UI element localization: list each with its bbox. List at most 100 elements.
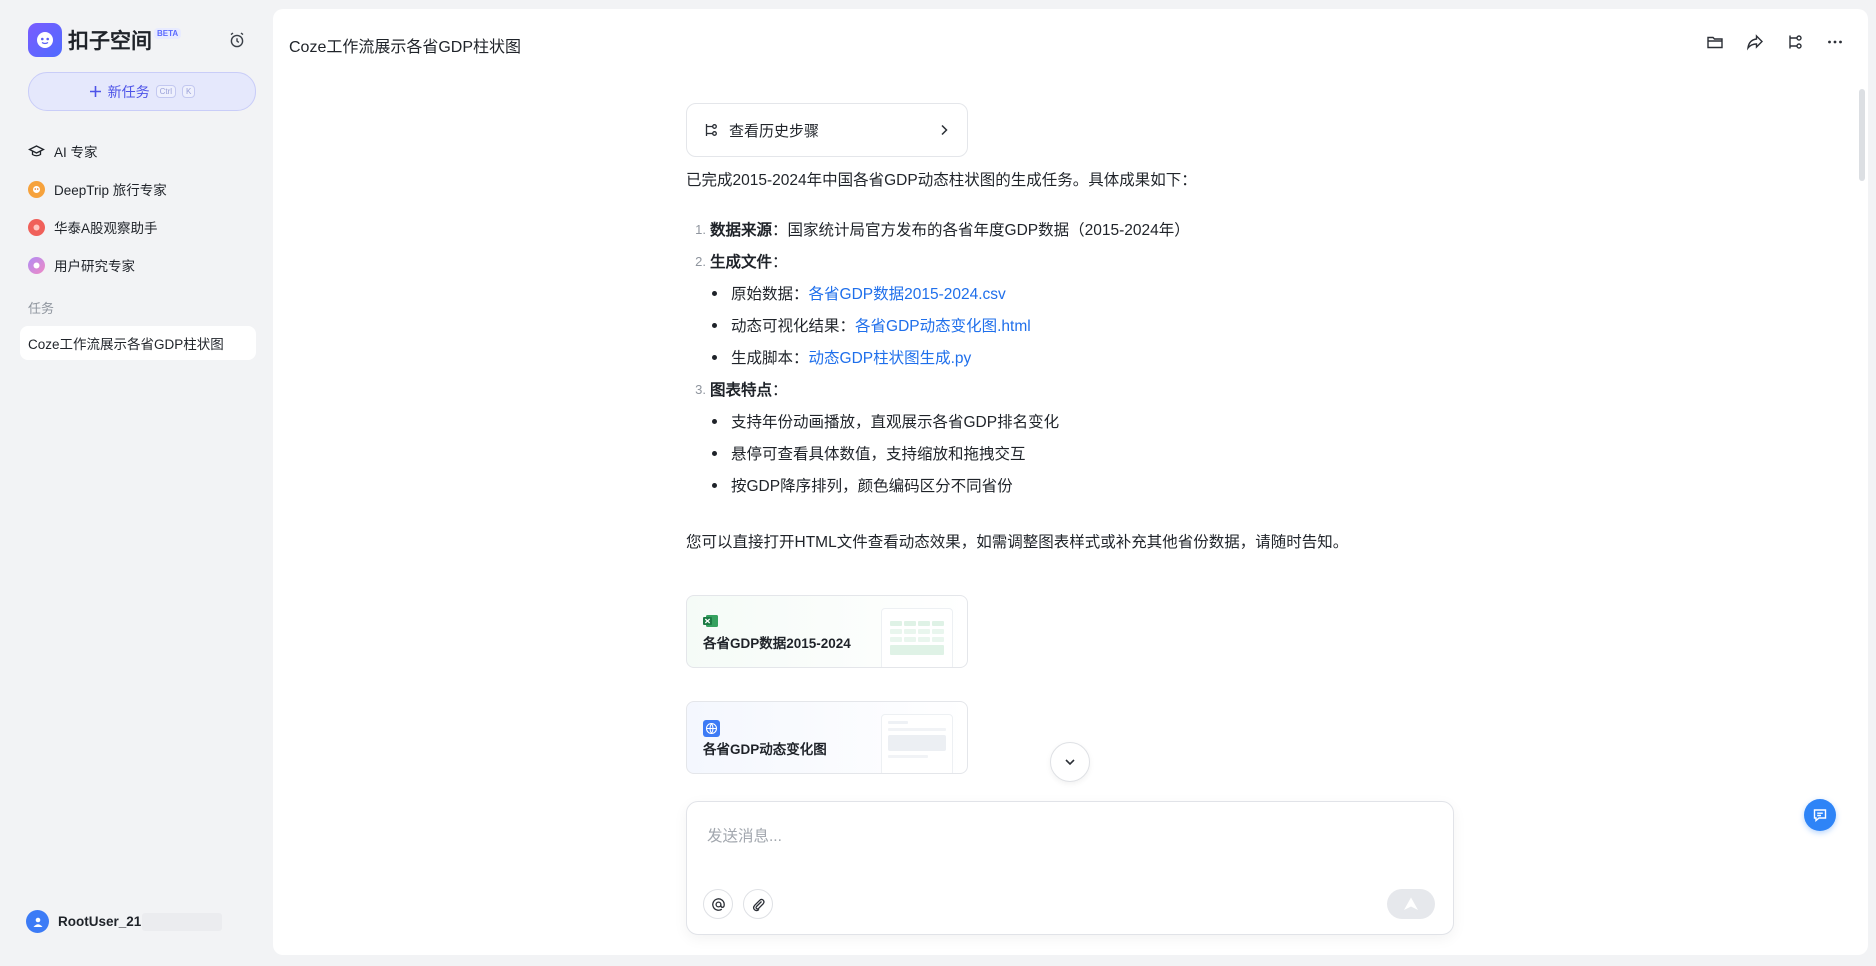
py-file-link[interactable]: 动态GDP柱状图生成.py — [809, 346, 972, 368]
feature-bullet: 支持年份动画播放，直观展示各省GDP排名变化 — [686, 405, 1446, 437]
plus-icon — [89, 86, 101, 97]
list-item-title: 生成文件 — [710, 254, 773, 271]
html-attachment-card[interactable]: 各省GDP动态变化图 — [686, 701, 968, 774]
folder-icon[interactable] — [1704, 31, 1726, 53]
sidebar-item-ai-expert[interactable]: AI 专家 — [20, 132, 256, 170]
sidebar-item-label: DeepTrip 旅行专家 — [54, 183, 167, 198]
tasks-section-label: 任务 — [28, 301, 55, 316]
webpage-preview — [881, 714, 953, 773]
shortcut-ctrl: Ctrl — [155, 85, 177, 98]
topbar: Coze工作流展示各省GDP柱状图 — [273, 9, 1868, 75]
graduation-cap-icon — [28, 143, 45, 160]
brand-row: 扣子空间 BETA — [28, 22, 248, 58]
redacted-text — [142, 912, 223, 931]
excel-icon — [703, 615, 718, 627]
list-item: 3. 图表特点 ： — [686, 373, 1446, 405]
beta-badge: BETA — [154, 27, 182, 39]
message-input[interactable] — [707, 822, 1427, 852]
file-bullet: 动态可视化结果： 各省GDP动态变化图.html — [686, 309, 1446, 341]
travel-agent-icon — [28, 180, 45, 198]
page-title: Coze工作流展示各省GDP柱状图 — [289, 39, 522, 56]
header-actions — [1704, 31, 1846, 53]
chevron-right-icon — [941, 124, 948, 136]
stock-agent-icon — [28, 218, 45, 236]
workflow-icon[interactable] — [1784, 31, 1806, 53]
feature-text: 支持年份动画播放，直观展示各省GDP排名变化 — [731, 414, 1060, 431]
list-item-text: ： — [772, 382, 788, 399]
bullet-dot — [712, 450, 717, 456]
list-item: 1. 数据来源 ：国家统计局官方发布的各省年度GDP数据（2015-2024年） — [686, 213, 1446, 245]
mention-button[interactable] — [703, 889, 733, 919]
task-item-label: Coze工作流展示各省GDP柱状图 — [28, 337, 224, 352]
feature-text: 按GDP降序排列，颜色编码区分不同省份 — [731, 478, 1013, 495]
research-agent-icon — [28, 256, 45, 274]
shortcut-key: K — [182, 85, 196, 98]
attachment-name: 各省GDP动态变化图 — [703, 742, 827, 757]
message-composer — [686, 801, 1454, 935]
main-panel: Coze工作流展示各省GDP柱状图 查看历史步骤 已完成2015-2024年中国… — [273, 9, 1868, 955]
workflow-icon — [705, 124, 717, 136]
history-steps-button[interactable]: 查看历史步骤 — [686, 103, 968, 157]
file-label: 生成脚本： — [731, 350, 809, 367]
sidebar-item-deeptrip[interactable]: DeepTrip 旅行专家 — [20, 170, 256, 208]
bullet-dot — [712, 322, 717, 328]
coze-logo-icon[interactable] — [28, 23, 62, 57]
feature-text: 悬停可查看具体数值，支持缩放和拖拽交互 — [731, 446, 1026, 463]
user-icon — [33, 917, 42, 927]
list-item-text: ： — [772, 254, 788, 271]
sidebar-item-huatai[interactable]: 华泰A股观察助手 — [20, 208, 256, 246]
list-number: 3. — [695, 381, 706, 397]
new-task-button[interactable]: 新任务 Ctrl K — [28, 72, 256, 111]
chat-bubble-icon — [1813, 809, 1827, 822]
send-icon — [1404, 897, 1418, 910]
message-content: 查看历史步骤 已完成2015-2024年中国各省GDP动态柱状图的生成任务。具体… — [686, 103, 1446, 774]
scrollbar-thumb[interactable] — [1859, 89, 1865, 181]
bullet-dot — [712, 290, 717, 296]
more-icon[interactable] — [1824, 31, 1846, 53]
csv-file-link[interactable]: 各省GDP数据2015-2024.csv — [809, 282, 1006, 304]
sidebar-item-label: 用户研究专家 — [54, 259, 135, 274]
user-profile[interactable]: RootUser_21 — [26, 910, 223, 933]
bullet-dot — [712, 354, 717, 360]
scroll-to-bottom-button[interactable] — [1050, 742, 1090, 782]
attach-button[interactable] — [743, 889, 773, 919]
sidebar: 扣子空间 BETA 新任务 Ctrl K AI 专家 DeepTrip 旅行专家 — [0, 0, 272, 966]
spreadsheet-preview — [881, 608, 953, 667]
file-bullet: 原始数据： 各省GDP数据2015-2024.csv — [686, 277, 1446, 309]
html-file-link[interactable]: 各省GDP动态变化图.html — [855, 314, 1031, 336]
list-number: 2. — [695, 253, 706, 269]
send-button[interactable] — [1387, 889, 1435, 919]
history-steps-label: 查看历史步骤 — [729, 122, 820, 140]
agent-list: AI 专家 DeepTrip 旅行专家 华泰A股观察助手 用户研究专家 — [20, 132, 256, 284]
sidebar-item-label: 华泰A股观察助手 — [54, 221, 158, 236]
chevron-down-icon — [1065, 759, 1075, 766]
task-item-active[interactable]: Coze工作流展示各省GDP柱状图 — [20, 326, 256, 360]
alarm-clock-icon[interactable] — [226, 29, 248, 51]
feature-bullet: 悬停可查看具体数值，支持缩放和拖拽交互 — [686, 437, 1446, 469]
sidebar-item-user-research[interactable]: 用户研究专家 — [20, 246, 256, 284]
globe-icon — [703, 720, 720, 737]
file-bullet: 生成脚本： 动态GDP柱状图生成.py — [686, 341, 1446, 373]
csv-attachment-card[interactable]: 各省GDP数据2015-2024 — [686, 595, 968, 668]
list-item-title: 数据来源 — [710, 222, 773, 239]
sidebar-item-label: AI 专家 — [54, 145, 98, 160]
result-list: 1. 数据来源 ：国家统计局官方发布的各省年度GDP数据（2015-2024年）… — [686, 213, 1446, 501]
list-item-title: 图表特点 — [710, 382, 773, 399]
avatar — [26, 910, 49, 933]
feature-bullet: 按GDP降序排列，颜色编码区分不同省份 — [686, 469, 1446, 501]
brand-name: 扣子空间 — [68, 30, 152, 53]
list-item-text: ：国家统计局官方发布的各省年度GDP数据（2015-2024年） — [772, 222, 1190, 239]
at-sign-icon — [711, 897, 725, 911]
list-item: 2. 生成文件 ： — [686, 245, 1446, 277]
message-outro: 您可以直接打开HTML文件查看动态效果，如需调整图表样式或补充其他省份数据，请随… — [686, 534, 1349, 551]
share-icon[interactable] — [1744, 31, 1766, 53]
new-task-label: 新任务 — [107, 83, 150, 100]
bullet-dot — [712, 418, 717, 424]
bullet-dot — [712, 482, 717, 488]
attachment-name: 各省GDP数据2015-2024 — [703, 636, 851, 651]
list-number: 1. — [695, 221, 706, 237]
file-label: 动态可视化结果： — [731, 318, 856, 335]
feedback-button[interactable] — [1804, 799, 1836, 831]
user-name: RootUser_21 — [58, 914, 142, 929]
message-intro: 已完成2015-2024年中国各省GDP动态柱状图的生成任务。具体成果如下： — [686, 172, 1197, 189]
